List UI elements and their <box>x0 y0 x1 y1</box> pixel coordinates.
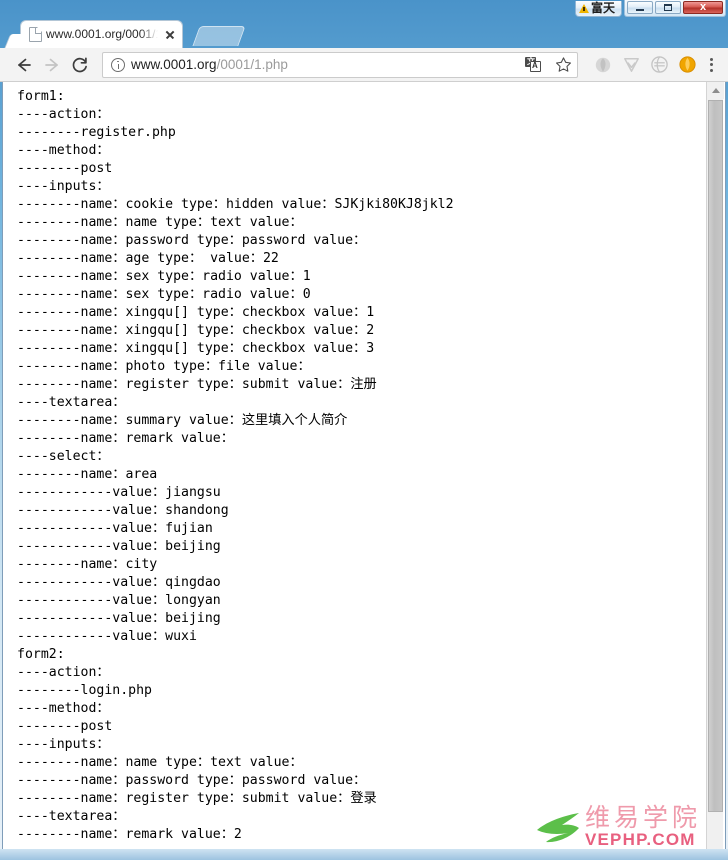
code-line: ----textarea： <box>17 809 126 824</box>
close-window-button[interactable]: x <box>683 1 723 14</box>
tab-strip: www.0001.org/0001/1 <box>0 18 728 48</box>
window-bottom-edge <box>0 849 728 860</box>
code-line: --------name：password type：password valu… <box>17 773 367 788</box>
code-line: --------name：xingqu[] type：checkbox valu… <box>17 323 375 338</box>
code-line: form2: <box>17 647 65 662</box>
code-line: ------------value：qingdao <box>17 575 221 590</box>
url-text: www.0001.org/0001/1.php <box>131 56 515 73</box>
extension-icon-3[interactable] <box>646 52 672 78</box>
warning-triangle-icon <box>578 4 589 13</box>
code-line: --------name：xingqu[] type：checkbox valu… <box>17 341 375 356</box>
page-icon <box>29 27 42 42</box>
code-line: form1: <box>17 89 65 104</box>
code-line: --------name：xingqu[] type：checkbox valu… <box>17 305 375 320</box>
menu-dot <box>709 68 713 72</box>
code-line: ------------value：longyan <box>17 593 221 608</box>
code-line: --------name：name type：text value： <box>17 215 303 230</box>
maximize-icon <box>664 4 672 11</box>
code-line: --------name：city <box>17 557 158 572</box>
code-line: --------post <box>17 719 113 734</box>
code-line: ----select： <box>17 449 110 464</box>
minimize-button[interactable] <box>627 1 653 14</box>
vertical-scrollbar[interactable] <box>706 82 724 857</box>
code-line: --------name：cookie type：hidden value：SJ… <box>17 197 454 212</box>
browser-window: 富天 x www.0001.org/0001/1 www.0001.org/00… <box>0 0 728 860</box>
forward-button[interactable] <box>38 51 66 79</box>
title-bar: 富天 x <box>0 0 728 18</box>
scrollbar-thumb[interactable] <box>708 100 723 812</box>
url-host: www.0001.org <box>131 57 217 72</box>
code-line: ----method： <box>17 701 110 716</box>
extension-icon-1[interactable] <box>590 52 616 78</box>
code-line: ------------value：fujian <box>17 521 213 536</box>
code-line: --------name：remark value：2 <box>17 827 242 842</box>
code-line: ------------value：jiangsu <box>17 485 221 500</box>
close-icon: x <box>699 1 707 13</box>
code-line: --------name：register type：submit value：… <box>17 791 377 806</box>
page-text-output: form1: ----action： --------register.php ---… <box>3 82 714 857</box>
menu-dot <box>709 57 713 61</box>
code-line: ------------value：beijing <box>17 611 221 626</box>
maximize-button[interactable] <box>655 1 681 14</box>
code-line: ----method： <box>17 143 110 158</box>
back-arrow-icon <box>18 58 31 71</box>
code-line: --------name：age type： value：22 <box>17 251 279 266</box>
three-dot-menu-icon[interactable] <box>700 52 722 78</box>
code-line: --------name：sex type：radio value：1 <box>17 269 311 284</box>
scroll-up-arrow[interactable] <box>707 82 724 99</box>
code-line: --------name：password type：password valu… <box>17 233 367 248</box>
code-line: ------------value：beijing <box>17 539 221 554</box>
reload-icon <box>72 56 87 72</box>
new-tab-button[interactable] <box>192 26 246 46</box>
code-line: --------register.php <box>17 125 176 140</box>
triangle-up-icon <box>711 88 720 93</box>
code-line: ----inputs： <box>17 179 110 194</box>
code-line: ----inputs： <box>17 737 110 752</box>
app-badge-label: 富天 <box>590 1 615 15</box>
code-line: --------name：name type：text value： <box>17 755 303 770</box>
reload-button[interactable] <box>66 51 94 79</box>
code-line: --------login.php <box>17 683 152 698</box>
code-line: ------------value：wuxi <box>17 629 197 644</box>
translate-front-text: A <box>532 61 538 70</box>
app-badge[interactable]: 富天 <box>574 1 622 17</box>
code-line: --------post <box>17 161 113 176</box>
browser-toolbar: www.0001.org/0001/1.php 文 A <box>0 48 728 82</box>
translate-icon: 文 A <box>525 57 541 72</box>
tab-title: www.0001.org/0001/1 <box>46 27 158 41</box>
close-tab-icon[interactable] <box>162 27 178 43</box>
tab-active[interactable]: www.0001.org/0001/1 <box>20 20 183 48</box>
menu-dot <box>709 63 713 66</box>
info-circle-icon[interactable] <box>111 57 125 72</box>
extension-icons <box>584 52 700 78</box>
address-bar[interactable]: www.0001.org/0001/1.php 文 A <box>102 51 578 78</box>
code-line: ----textarea： <box>17 395 126 410</box>
translate-button[interactable]: 文 A <box>521 53 545 77</box>
code-line: ----action： <box>17 665 110 680</box>
window-caption-buttons: x <box>624 0 726 17</box>
code-line: ----action： <box>17 107 110 122</box>
star-icon <box>555 57 571 72</box>
minimize-icon <box>636 8 644 11</box>
code-line: --------name：photo type：file value： <box>17 359 311 374</box>
url-path: /0001/1.php <box>216 57 288 72</box>
code-line: --------name：remark value： <box>17 431 234 446</box>
content-area: form1: ----action： --------register.php ---… <box>2 82 726 857</box>
code-line: ------------value：shandong <box>17 503 229 518</box>
extension-icon-4[interactable] <box>674 52 700 78</box>
code-line: --------name：register type：submit value：… <box>17 377 377 392</box>
bookmark-button[interactable] <box>551 53 575 77</box>
back-button[interactable] <box>10 51 38 79</box>
code-line: --------name：area <box>17 467 158 482</box>
code-line: --------name：summary value：这里填入个人简介 <box>17 413 348 428</box>
extension-icon-2[interactable] <box>618 52 644 78</box>
forward-arrow-icon <box>45 58 58 71</box>
code-line: --------name：sex type：radio value：0 <box>17 287 311 302</box>
